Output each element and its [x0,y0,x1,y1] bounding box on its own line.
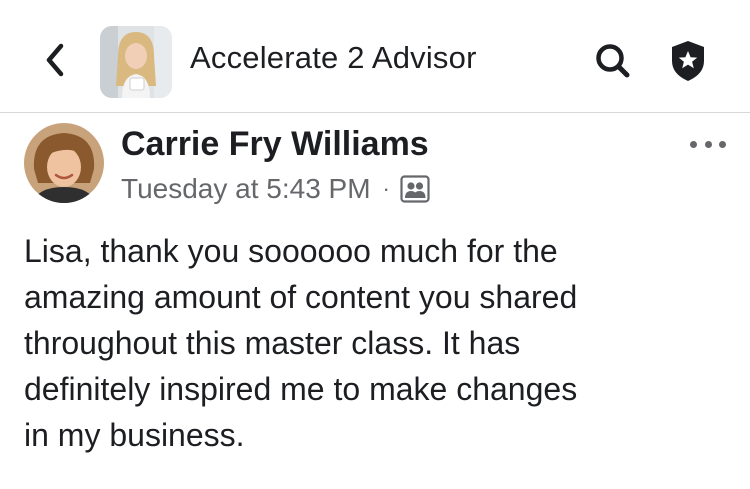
post-timestamp[interactable]: Tuesday at 5:43 PM [121,173,371,205]
admin-shield-star-icon [672,41,704,81]
post-body-text: Lisa, thank you soooooo much for the ama… [24,233,578,453]
back-button[interactable] [40,42,70,78]
search-button[interactable] [592,40,634,82]
group-name[interactable]: Accelerate 2 Advisor [190,40,477,76]
post-meta: Tuesday at 5:43 PM · [121,173,430,205]
post-author-name[interactable]: Carrie Fry Williams [121,125,429,164]
meta-separator: · [382,176,390,201]
group-cover-image [100,26,172,98]
more-options-icon-dot [704,140,712,148]
more-options-button[interactable] [690,132,726,156]
author-profile-photo [24,123,104,203]
group-cover-thumbnail[interactable] [100,26,172,98]
group-members-icon[interactable] [400,174,430,204]
more-options-icon [690,140,697,148]
admin-tools-button[interactable] [668,38,708,84]
chevron-left-icon [46,43,64,77]
author-avatar[interactable] [24,123,104,203]
more-options-icon-dot [719,140,726,148]
group-header: Accelerate 2 Advisor [0,0,750,113]
search-icon [596,44,630,78]
